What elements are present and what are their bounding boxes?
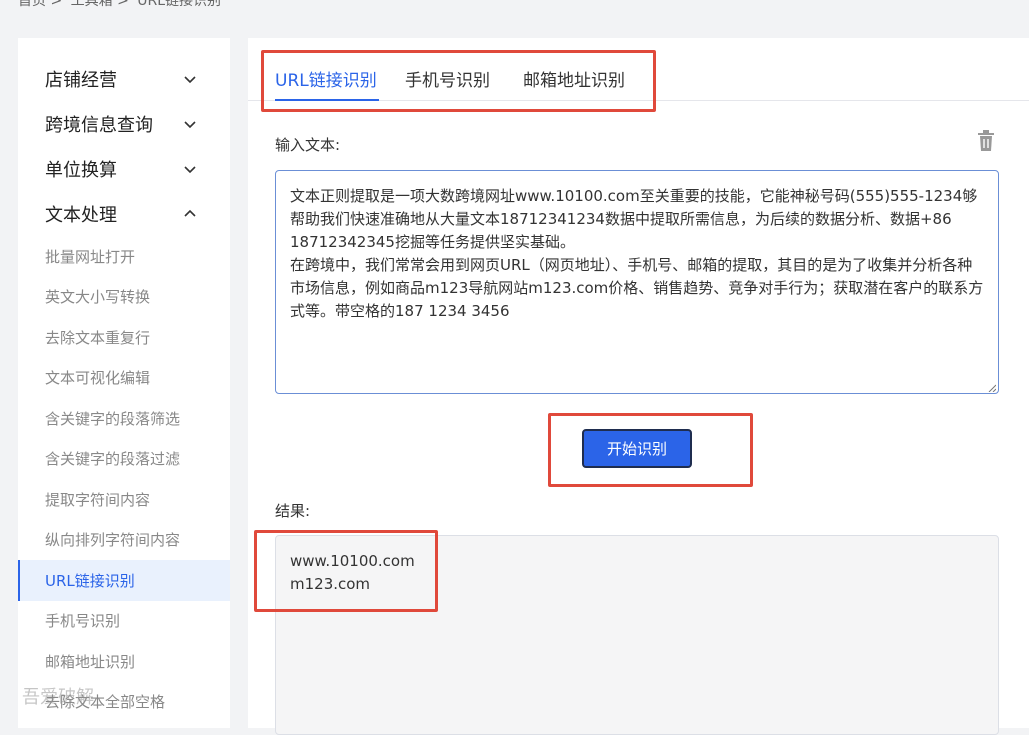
sidebar-item-url-recognize[interactable]: URL链接识别: [18, 560, 230, 601]
resize-handle-icon[interactable]: [988, 384, 996, 392]
sidebar-item-keyword-filter-in[interactable]: 含关键字的段落筛选: [18, 398, 230, 439]
input-textarea[interactable]: 文本正则提取是一项大数跨境网址www.10100.com至关重要的技能，它能神秘…: [275, 170, 999, 394]
sidebar-item-extract-between[interactable]: 提取字符间内容: [18, 479, 230, 520]
sidebar: 店铺经营 跨境信息查询 单位换算 文本处理 批量网址打开 英文大小写转换 去除文…: [18, 38, 230, 728]
highlight-result-box: [254, 530, 438, 612]
chevron-up-icon: [184, 209, 196, 217]
result-label: 结果:: [275, 502, 311, 520]
sidebar-item-case-convert[interactable]: 英文大小写转换: [18, 277, 230, 318]
breadcrumb-current: URL链接识别: [137, 0, 222, 9]
main-panel: URL链接识别 手机号识别 邮箱地址识别 输入文本: 文本正则提取是一项大数跨境…: [248, 38, 1029, 735]
watermark: 吾爱破解: [22, 687, 94, 708]
input-label: 输入文本:: [275, 136, 341, 154]
breadcrumb-home[interactable]: 首页 >: [18, 0, 62, 9]
breadcrumb: 首页 > 工具箱 > URL链接识别: [18, 0, 225, 10]
chevron-down-icon: [184, 165, 196, 173]
sidebar-item-vertical-between[interactable]: 纵向排列字符间内容: [18, 520, 230, 561]
sidebar-group-text[interactable]: 文本处理: [18, 191, 230, 236]
sidebar-item-keyword-filter-out[interactable]: 含关键字的段落过滤: [18, 439, 230, 480]
sidebar-group-units[interactable]: 单位换算: [18, 146, 230, 191]
sidebar-item-email-recognize[interactable]: 邮箱地址识别: [18, 641, 230, 682]
chevron-down-icon: [184, 75, 196, 83]
highlight-button-box: [548, 413, 753, 487]
trash-icon[interactable]: [977, 130, 995, 152]
sidebar-item-phone-recognize[interactable]: 手机号识别: [18, 601, 230, 642]
sidebar-group-label: 文本处理: [45, 204, 117, 226]
sidebar-group-label: 店铺经营: [45, 69, 117, 91]
chevron-down-icon: [184, 120, 196, 128]
sidebar-group-crossborder[interactable]: 跨境信息查询: [18, 101, 230, 146]
breadcrumb-toolbox[interactable]: 工具箱 >: [71, 0, 129, 9]
sidebar-group-label: 单位换算: [45, 159, 117, 181]
sidebar-item-dedupe-lines[interactable]: 去除文本重复行: [18, 317, 230, 358]
highlight-tabs-box: [261, 50, 656, 112]
sidebar-item-batch-open[interactable]: 批量网址打开: [18, 236, 230, 277]
sidebar-item-visual-edit[interactable]: 文本可视化编辑: [18, 358, 230, 399]
sidebar-group-store[interactable]: 店铺经营: [18, 56, 230, 101]
sidebar-group-label: 跨境信息查询: [45, 114, 153, 136]
